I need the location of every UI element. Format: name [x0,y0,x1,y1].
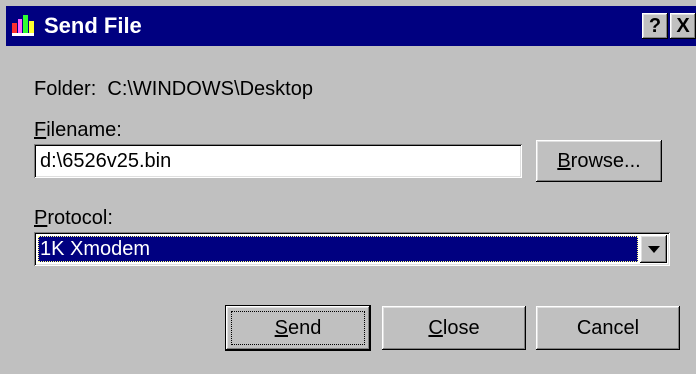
send-mnemonic: S [274,317,288,339]
app-logo-icon [12,15,34,36]
filename-label: Filename: [34,118,122,142]
protocol-selected-value[interactable]: 1K Xmodem [38,236,638,262]
filename-input[interactable]: d:\6526v25.bin [34,144,522,178]
folder-path: C:\WINDOWS\Desktop [107,78,313,100]
send-file-dialog: Send File ? X Folder: C:\WINDOWS\Desktop… [0,0,696,374]
browse-label: rowse... [570,150,641,172]
folder-line: Folder: C:\WINDOWS\Desktop [34,77,313,101]
chevron-down-icon [648,246,660,253]
cancel-button[interactable]: Cancel [536,306,680,350]
window-title: Send File [44,13,142,38]
protocol-label: Protocol: [34,206,113,230]
protocol-label-mnemonic: P [34,207,48,229]
protocol-dropdown-button[interactable] [640,235,667,263]
protocol-label-text: rotocol: [47,207,113,229]
title-bar[interactable]: Send File ? X [6,6,696,46]
browse-mnemonic: B [557,150,571,172]
send-label: end [287,317,322,339]
browse-button[interactable]: Browse... [536,140,662,182]
close-mnemonic: C [428,317,443,339]
close-window-button[interactable]: X [670,13,696,39]
filename-label-mnemonic: F [34,119,47,141]
close-label: lose [442,317,480,339]
filename-label-text: ilename: [46,119,122,141]
send-button[interactable]: Send [226,306,370,350]
help-button[interactable]: ? [642,13,668,39]
protocol-select[interactable]: 1K Xmodem [34,232,670,266]
close-button[interactable]: Close [382,306,526,350]
folder-label: Folder: [34,78,97,100]
